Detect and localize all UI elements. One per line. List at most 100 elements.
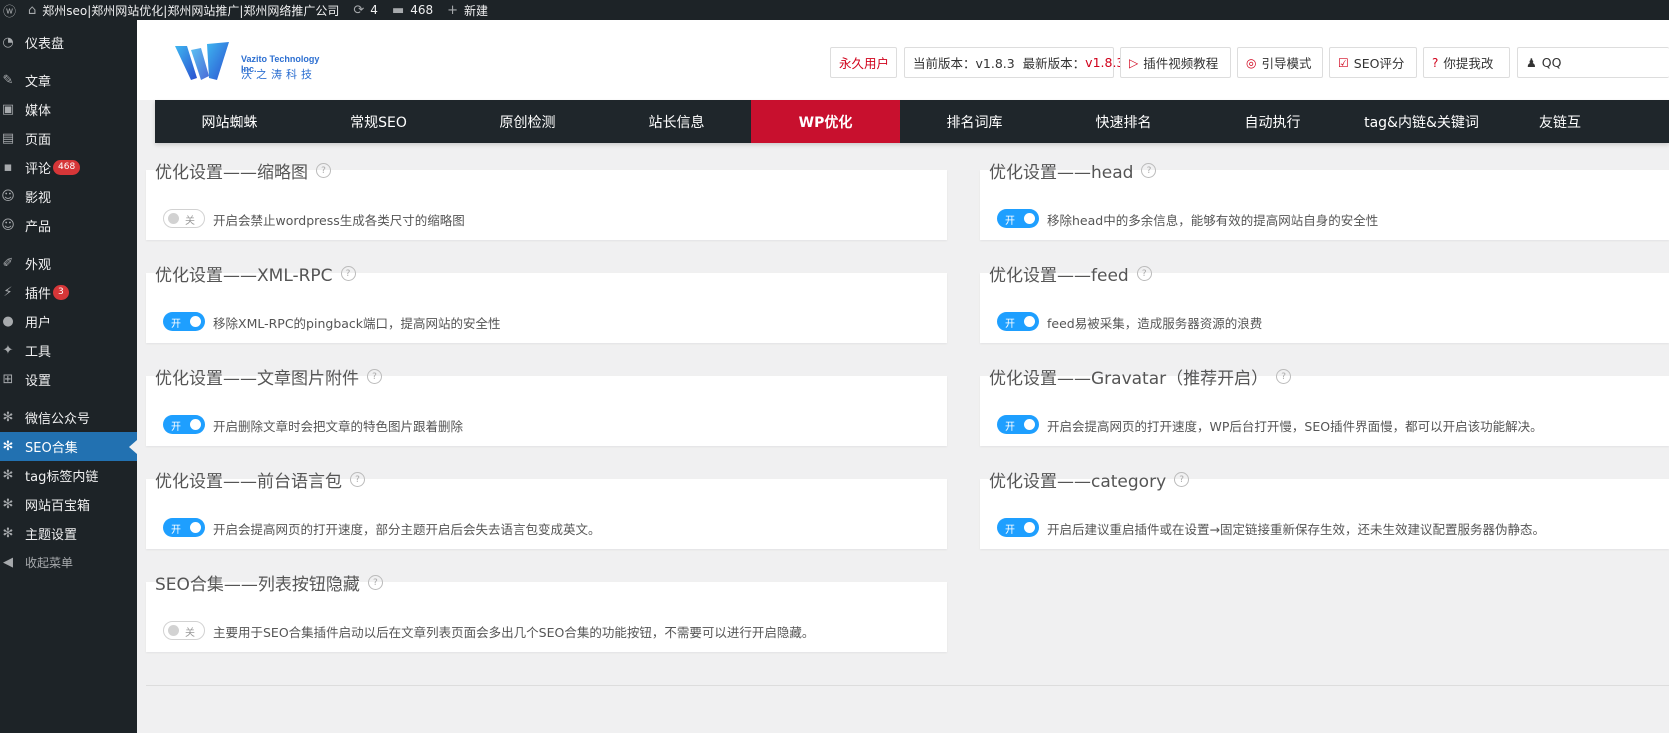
help-icon[interactable]: ?	[316, 163, 331, 178]
collapse-icon: ◀	[3, 555, 13, 570]
sidebar-item-dashboard[interactable]: ◔ 仪表盘	[0, 28, 137, 57]
sidebar-item-appearance[interactable]: ✐ 外观	[0, 249, 137, 278]
help-icon[interactable]: ?	[340, 266, 356, 281]
setting-title: 优化设置——缩略图?	[155, 158, 331, 183]
toggle-state: 开	[171, 422, 181, 433]
setting-title: SEO合集——列表按钮隐藏?	[155, 570, 383, 595]
setting-title-text: 优化设置——前台语言包	[155, 472, 342, 492]
toggle-switch[interactable]: 开	[997, 518, 1039, 537]
setting-title-text: SEO合集——列表按钮隐藏	[155, 575, 360, 595]
permanent-user-label: 永久用户	[839, 56, 890, 71]
video-tutorial-button[interactable]: ▷ 插件视频教程	[1120, 47, 1231, 78]
toggle-state: 关	[185, 628, 195, 639]
setting-list-buttons-hide: 关 主要用于SEO合集插件启动以后在文章列表页面会多出几个SEO合集的功能按钮，…	[146, 570, 947, 652]
toggle-switch[interactable]: 关	[163, 621, 205, 640]
sidebar-item-toolbox[interactable]: ✻ 网站百宝箱	[0, 490, 137, 519]
site-title: 郑州seo|郑州网站优化|郑州网站推广|郑州网络推广公司	[42, 3, 340, 18]
updates-icon: ⟳	[353, 2, 365, 18]
sidebar-item-plugins[interactable]: ⚡ 插件 3	[0, 278, 137, 307]
help-icon[interactable]: ?	[367, 369, 382, 384]
comments-badge: 468	[53, 160, 81, 175]
tab-auto-execute[interactable]: 自动执行	[1198, 100, 1347, 143]
sidebar-item-media[interactable]: ▣ 媒体	[0, 95, 137, 124]
toggle-switch[interactable]: 开	[163, 415, 205, 434]
sidebar-item-label: 文章	[25, 75, 52, 90]
help-icon[interactable]: ?	[1276, 369, 1292, 384]
play-icon: ▷	[1129, 55, 1139, 70]
seo-score-button[interactable]: ☑ SEO评分	[1329, 47, 1417, 78]
toggle-switch[interactable]: 开	[997, 312, 1039, 331]
score-icon: ☑	[1338, 55, 1349, 70]
toggle-state: 开	[1005, 216, 1015, 227]
sidebar-item-movies[interactable]: ☺ 影视	[0, 182, 137, 211]
updates-menu[interactable]: ⟳ 4	[353, 0, 378, 20]
setting-description: feed易被采集，造成服务器资源的浪费	[1047, 316, 1263, 331]
main-content: Vazito Technology Inc. 沃之涛科技 永久用户 当前版本：v…	[137, 20, 1669, 733]
tab-original-check[interactable]: 原创检测	[453, 100, 602, 143]
tab-fast-ranking[interactable]: 快速排名	[1049, 100, 1198, 143]
toggle-knob	[168, 213, 179, 224]
sidebar-item-wechat[interactable]: ✻ 微信公众号	[0, 403, 137, 432]
gear-icon: ✻	[2, 410, 14, 425]
sidebar-item-posts[interactable]: ✎ 文章	[0, 66, 137, 95]
sidebar-item-label: 产品	[25, 220, 52, 235]
tab-friend-links[interactable]: 友链互	[1496, 100, 1669, 143]
toggle-switch[interactable]: 开	[997, 415, 1039, 434]
help-icon[interactable]: ?	[1174, 472, 1190, 487]
sidebar-item-label: 页面	[25, 133, 52, 148]
collapse-menu-button[interactable]: ◀ 收起菜单	[0, 548, 137, 577]
setting-gravatar: 开 开启会提高网页的打开速度，WP后台打开慢，SEO插件界面慢，都可以开启该功能…	[980, 364, 1669, 446]
tab-spider[interactable]: 网站蜘蛛	[155, 100, 304, 143]
toggle-switch[interactable]: 开	[163, 312, 205, 331]
toggle-knob	[1024, 213, 1035, 224]
guide-mode-button[interactable]: ◎ 引导模式	[1237, 47, 1323, 78]
sidebar-item-label: 收起菜单	[25, 556, 74, 570]
company-logo: Vazito Technology Inc. 沃之涛科技	[173, 40, 333, 90]
sidebar-item-tag-links[interactable]: ✻ tag标签内链	[0, 461, 137, 490]
sidebar-item-settings[interactable]: ⊞ 设置	[0, 365, 137, 394]
help-icon[interactable]: ?	[1136, 266, 1152, 281]
toggle-switch[interactable]: 开	[997, 209, 1039, 228]
feedback-button[interactable]: ? 你提我改	[1423, 47, 1510, 78]
help-icon[interactable]: ?	[367, 575, 383, 590]
permanent-user-button[interactable]: 永久用户	[830, 47, 897, 78]
setting-description: 开启会禁止wordpress生成各类尺寸的缩略图	[213, 213, 465, 228]
sidebar-item-comments[interactable]: ▪ 评论 468	[0, 153, 137, 182]
plugin-header: Vazito Technology Inc. 沃之涛科技 永久用户 当前版本：v…	[137, 20, 1669, 100]
wordpress-logo-icon: ⓦ	[3, 4, 17, 20]
new-content-menu[interactable]: + 新建	[447, 0, 488, 20]
tab-tag-links-keywords[interactable]: tag&内链&关键词	[1347, 100, 1496, 143]
home-icon: ⌂	[28, 2, 37, 18]
tab-wp-optimize[interactable]: WP优化	[751, 100, 900, 143]
sidebar-item-label: 网站百宝箱	[25, 499, 91, 514]
comments-count: 468	[410, 3, 434, 17]
sidebar-item-theme-settings[interactable]: ✻ 主题设置	[0, 519, 137, 548]
setting-description: 移除XML-RPC的pingback端口，提高网站的安全性	[213, 316, 501, 331]
site-name-menu[interactable]: ⌂ 郑州seo|郑州网站优化|郑州网站推广|郑州网络推广公司	[28, 0, 339, 20]
help-icon[interactable]: ?	[350, 472, 365, 487]
toggle-state: 关	[185, 216, 195, 227]
help-icon[interactable]: ?	[1141, 163, 1157, 178]
toggle-switch[interactable]: 开	[163, 518, 205, 537]
sidebar-item-tools[interactable]: ✦ 工具	[0, 336, 137, 365]
sidebar-item-seo-collection[interactable]: ✻ SEO合集	[0, 432, 137, 461]
sidebar-item-pages[interactable]: ▤ 页面	[0, 124, 137, 153]
setting-title-text: 优化设置——feed	[989, 266, 1129, 286]
tab-webmaster-info[interactable]: 站长信息	[602, 100, 751, 143]
tab-ranking-keywords[interactable]: 排名词库	[900, 100, 1049, 143]
comments-menu[interactable]: ▬ 468	[392, 0, 433, 20]
sidebar-item-products[interactable]: ☺ 产品	[0, 211, 137, 240]
qq-button[interactable]: ♟ QQ	[1517, 47, 1669, 78]
feedback-label: 你提我改	[1443, 56, 1494, 71]
wrench-icon: ✦	[2, 343, 14, 358]
wp-logo-menu[interactable]: ⓦ	[3, 0, 16, 20]
sidebar-item-label: 设置	[25, 374, 52, 389]
sidebar-item-label: 外观	[25, 258, 52, 273]
sidebar-item-users[interactable]: ● 用户	[0, 307, 137, 336]
tab-general-seo[interactable]: 常规SEO	[304, 100, 453, 143]
toggle-knob	[190, 316, 201, 327]
setting-title: 优化设置——feed?	[989, 261, 1152, 286]
plugins-badge: 3	[53, 285, 69, 300]
toggle-switch[interactable]: 关	[163, 209, 205, 228]
plugin-icon: ⚡	[3, 285, 13, 300]
